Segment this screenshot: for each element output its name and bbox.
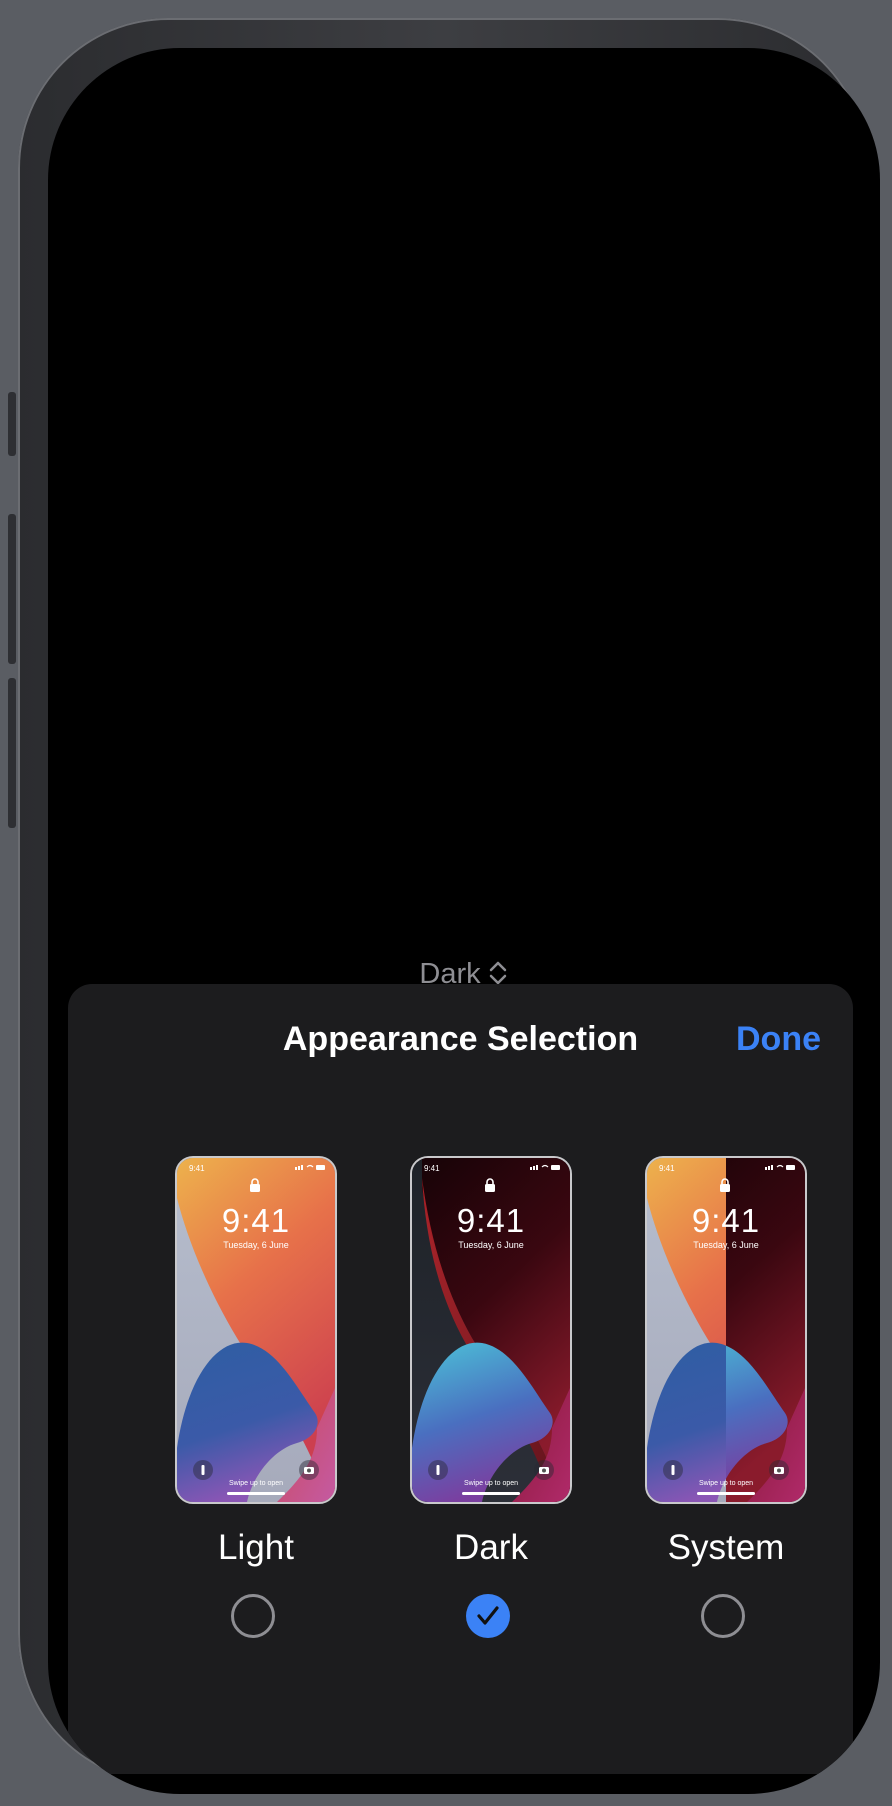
flashlight-icon — [193, 1460, 213, 1480]
appearance-sheet: Appearance Selection Done 9:41 9:41 Tues… — [68, 984, 853, 1774]
preview-time: 9:41 — [221, 1202, 291, 1239]
system-preview[interactable]: 9:41 9:41 Tuesday, 6 June Swipe up to op… — [645, 1156, 807, 1504]
chevron-up-down-icon — [489, 961, 506, 985]
volume-up-button — [8, 514, 16, 664]
volume-down-button — [8, 678, 16, 828]
status-time: 9:41 — [424, 1164, 440, 1173]
done-button[interactable]: Done — [736, 1020, 821, 1059]
flashlight-icon — [663, 1460, 683, 1480]
home-indicator — [227, 1492, 285, 1495]
camera-icon — [534, 1460, 554, 1480]
camera-icon — [769, 1460, 789, 1480]
home-indicator — [697, 1492, 755, 1495]
preview-time: 9:41 — [691, 1202, 761, 1239]
preview-time: 9:41 — [456, 1202, 526, 1239]
preview-date: Tuesday, 6 June — [693, 1240, 759, 1250]
status-icons — [295, 1164, 325, 1170]
device-screen: Dark Appearance Selection Done 9:41 9:41… — [48, 48, 880, 1794]
home-indicator — [462, 1492, 520, 1495]
status-time: 9:41 — [189, 1164, 205, 1173]
radio-system[interactable] — [701, 1594, 745, 1638]
option-label-dark: Dark — [454, 1528, 528, 1567]
option-light[interactable]: 9:41 9:41 Tuesday, 6 June Swipe up to op… — [175, 1156, 337, 1638]
mute-switch — [8, 392, 16, 456]
flashlight-icon — [428, 1460, 448, 1480]
swipe-hint: Swipe up to open — [463, 1480, 519, 1487]
swipe-hint: Swipe up to open — [698, 1480, 754, 1487]
option-system[interactable]: 9:41 9:41 Tuesday, 6 June Swipe up to op… — [645, 1156, 807, 1638]
option-dark[interactable]: 9:41 9:41 Tuesday, 6 June Swipe up to op… — [410, 1156, 572, 1638]
checkmark-icon — [477, 1606, 499, 1625]
radio-dark[interactable] — [466, 1594, 510, 1638]
lock-icon — [250, 1178, 260, 1192]
radio-light[interactable] — [231, 1594, 275, 1638]
status-icons — [530, 1164, 560, 1170]
preview-date: Tuesday, 6 June — [458, 1240, 524, 1250]
camera-icon — [299, 1460, 319, 1480]
status-time: 9:41 — [659, 1164, 675, 1173]
light-preview[interactable]: 9:41 9:41 Tuesday, 6 June Swipe up to op… — [175, 1156, 337, 1504]
device-frame: Dark Appearance Selection Done 9:41 9:41… — [8, 18, 880, 1794]
lock-icon — [720, 1178, 730, 1192]
preview-date: Tuesday, 6 June — [223, 1240, 289, 1250]
status-icons — [765, 1164, 795, 1170]
option-label-light: Light — [218, 1528, 294, 1567]
dark-preview[interactable]: 9:41 9:41 Tuesday, 6 June Swipe up to op… — [410, 1156, 572, 1504]
lock-icon — [485, 1178, 495, 1192]
option-label-system: System — [667, 1528, 785, 1567]
swipe-hint: Swipe up to open — [228, 1480, 284, 1487]
